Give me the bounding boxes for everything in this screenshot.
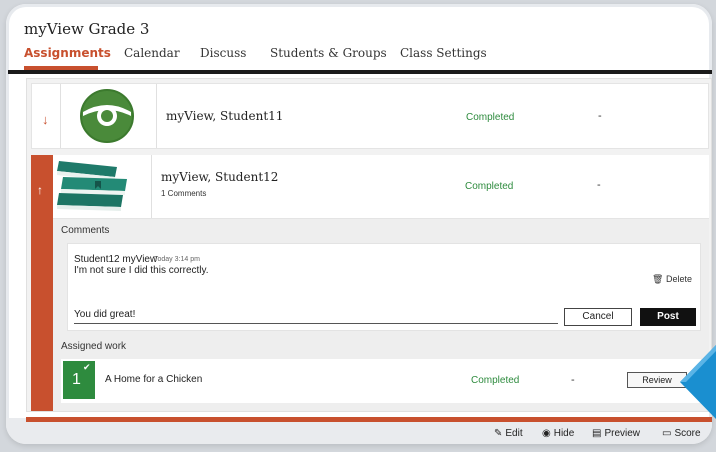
tab-students-groups[interactable]: Students & Groups: [270, 46, 387, 60]
assigned-work-heading: Assigned work: [61, 341, 127, 352]
pencil-icon: ✎: [494, 428, 503, 439]
hide-button[interactable]: ◉ Hide: [542, 428, 574, 439]
comment-card: Student12 myView Today 3:14 pm I'm not s…: [67, 243, 701, 331]
preview-button[interactable]: ▤ Preview: [592, 428, 640, 439]
edit-label: Edit: [505, 428, 523, 439]
student-row[interactable]: ↓ myView, Student11 Completed -: [31, 83, 709, 149]
comment-count[interactable]: 1 Comments: [161, 189, 206, 198]
row-divider: [156, 84, 157, 148]
student-row-header[interactable]: myView, Student12 1 Comments Completed -: [53, 155, 709, 219]
status-label: Completed: [465, 181, 514, 192]
comment-timestamp: Today 3:14 pm: [154, 256, 200, 263]
row-divider: [60, 84, 61, 148]
app-window: myView Grade 3 Assignments Calendar Disc…: [6, 4, 712, 444]
trash-icon: 🗑: [652, 274, 664, 284]
tab-calendar[interactable]: Calendar: [124, 46, 180, 60]
page-title: myView Grade 3: [24, 20, 150, 38]
expanded-indicator: ↑: [31, 155, 53, 411]
score-button[interactable]: ▭ Score: [662, 428, 701, 439]
footer-accent-rule: [26, 417, 712, 422]
work-number: 1: [72, 371, 81, 388]
work-title[interactable]: A Home for a Chicken: [105, 374, 202, 385]
post-button[interactable]: Post: [640, 308, 696, 326]
checkmark-icon: ✔: [83, 362, 91, 372]
nav-divider: [8, 70, 712, 74]
student-list: ↓ myView, Student11 Completed - ↑ myView…: [26, 78, 712, 412]
work-score: -: [571, 374, 575, 386]
student-name[interactable]: myView, Student12: [161, 170, 278, 184]
preview-icon: ▤: [592, 428, 602, 439]
score-icon: ▭: [662, 428, 672, 439]
student-row-expanded: ↑ myView, Student12 1 Comments Completed…: [31, 155, 709, 411]
tab-discuss[interactable]: Discuss: [200, 46, 246, 60]
comment-author: Student12 myView: [74, 254, 158, 265]
books-avatar-icon: [57, 161, 127, 211]
eye-icon: ◉: [542, 428, 551, 439]
status-label: Completed: [466, 112, 515, 123]
expand-arrow-icon[interactable]: ↓: [42, 112, 49, 127]
comments-heading: Comments: [61, 225, 110, 236]
delete-comment-button[interactable]: 🗑 Delete: [652, 274, 692, 285]
cancel-button[interactable]: Cancel: [564, 308, 632, 326]
reply-input[interactable]: You did great!: [74, 306, 558, 324]
row-divider: [151, 155, 152, 218]
score-value: -: [597, 179, 601, 191]
tab-assignments[interactable]: Assignments: [24, 46, 111, 60]
work-number-badge: 1 ✔: [63, 361, 95, 399]
hide-label: Hide: [553, 428, 575, 439]
collapse-arrow-icon[interactable]: ↑: [37, 183, 43, 197]
preview-label: Preview: [604, 428, 641, 439]
edit-button[interactable]: ✎ Edit: [494, 428, 523, 439]
score-value: -: [598, 110, 602, 122]
delete-label: Delete: [665, 274, 692, 284]
assigned-work-item[interactable]: 1 ✔ A Home for a Chicken Completed - Rev…: [61, 359, 701, 403]
comment-text: I'm not sure I did this correctly.: [74, 265, 209, 276]
disc-avatar-icon: [80, 89, 134, 143]
student-name[interactable]: myView, Student11: [166, 109, 283, 123]
tab-class-settings[interactable]: Class Settings: [400, 46, 487, 60]
score-label: Score: [674, 428, 701, 439]
callout-pointer-icon: [680, 345, 716, 419]
work-status: Completed: [471, 375, 520, 386]
